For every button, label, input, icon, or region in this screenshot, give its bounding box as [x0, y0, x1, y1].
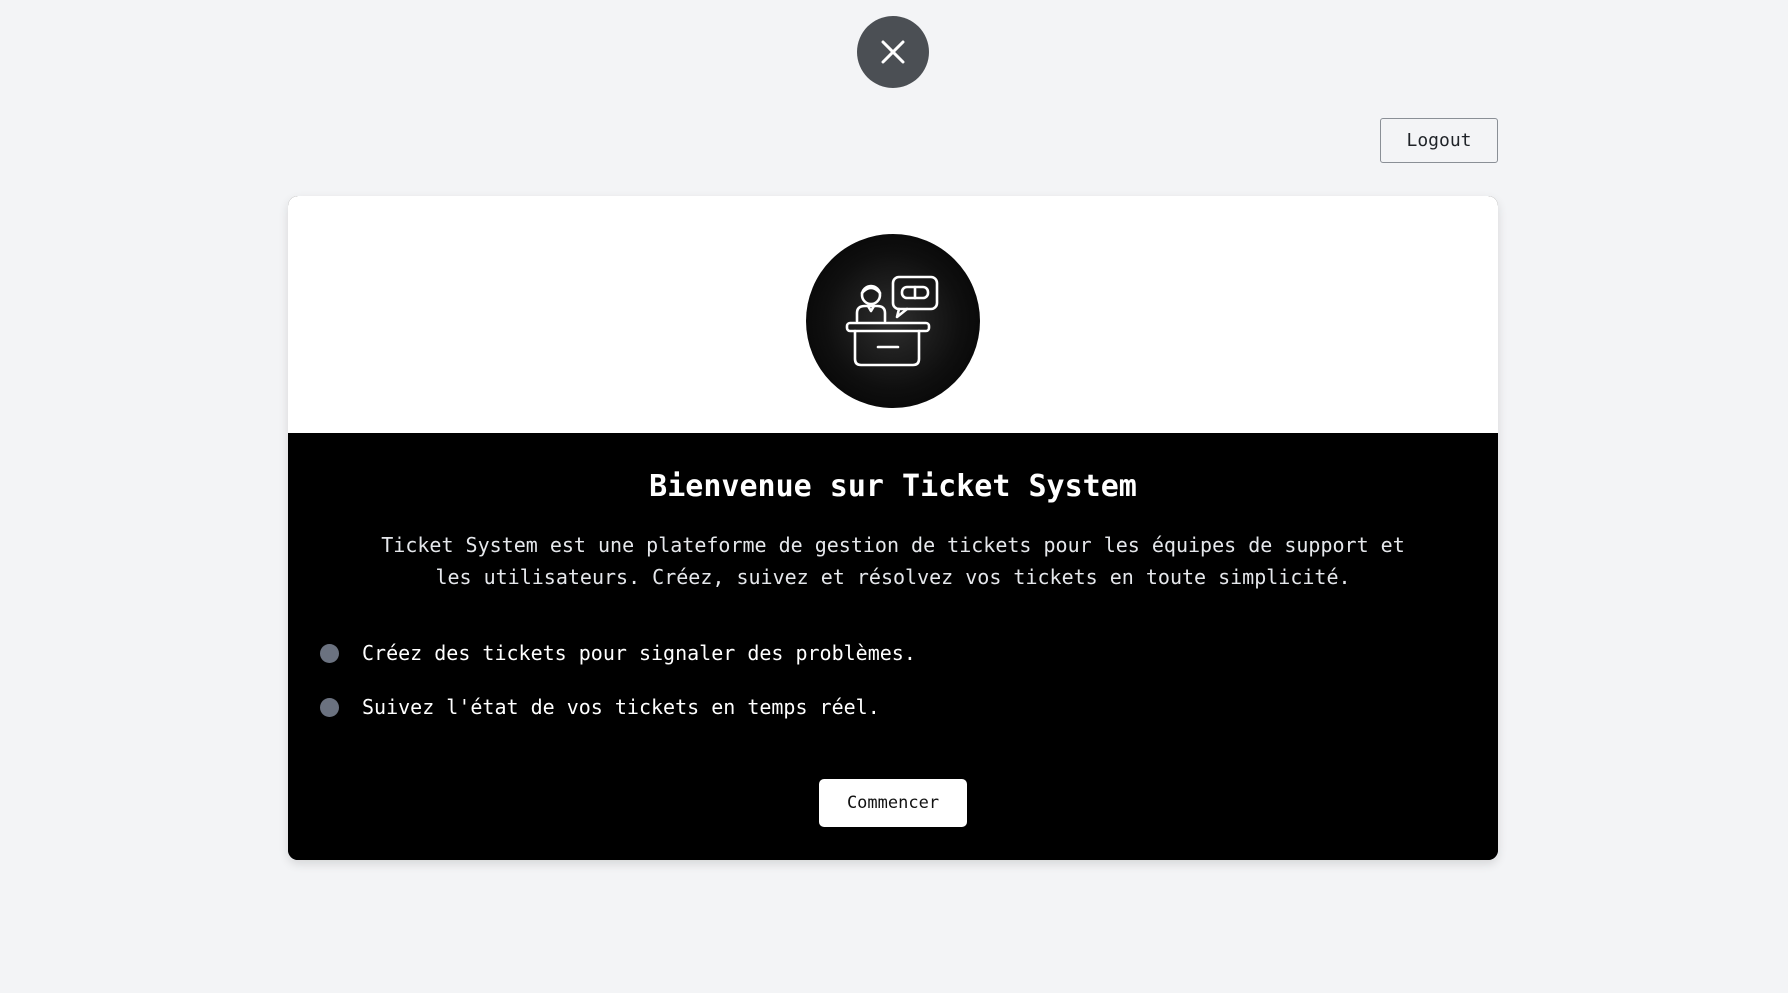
card-body: Bienvenue sur Ticket System Ticket Syste…: [288, 433, 1498, 860]
list-item: Créez des tickets pour signaler des prob…: [320, 637, 916, 669]
bullet-icon: [320, 643, 339, 663]
logout-button[interactable]: Logout: [1380, 118, 1498, 163]
feature-text: Créez des tickets pour signaler des prob…: [362, 641, 916, 665]
welcome-card: Bienvenue sur Ticket System Ticket Syste…: [288, 196, 1498, 860]
logo: [806, 233, 980, 408]
feature-text: Suivez l'état de vos tickets en temps ré…: [362, 695, 880, 719]
card-header: [288, 196, 1498, 433]
close-button[interactable]: [857, 16, 929, 88]
support-desk-icon: [845, 275, 939, 366]
page: Logout Bienvenue sur Ticket System Ticke…: [0, 0, 1788, 993]
start-button[interactable]: Commencer: [819, 779, 967, 827]
list-item: Suivez l'état de vos tickets en temps ré…: [320, 691, 916, 723]
description-text: Ticket System est une plateforme de gest…: [381, 533, 1405, 589]
page-title: Bienvenue sur Ticket System: [649, 469, 1137, 504]
bullet-icon: [320, 697, 339, 717]
feature-list: Créez des tickets pour signaler des prob…: [320, 637, 916, 745]
close-icon: [881, 40, 905, 64]
